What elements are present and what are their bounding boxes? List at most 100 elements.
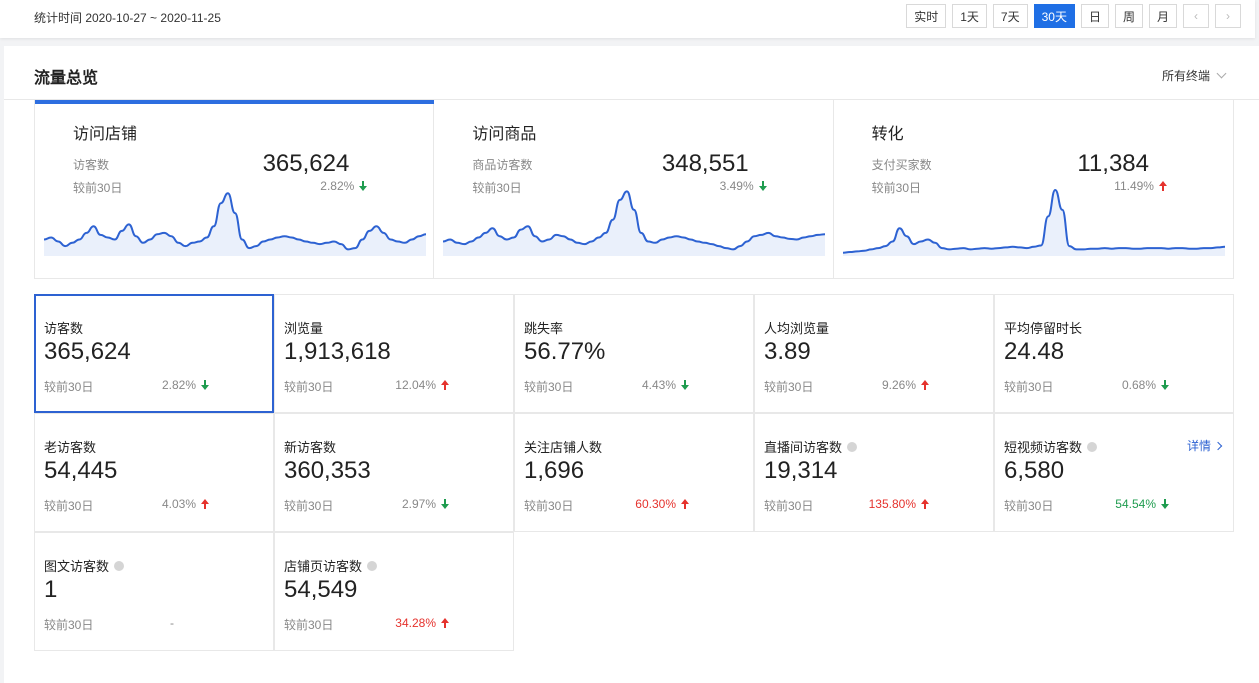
arrow-down-icon bbox=[1161, 499, 1169, 509]
metric-label-text: 图文访客数 bbox=[44, 559, 110, 574]
metric-card[interactable]: 短视频访客数 详情 6,580 较前30日 54.54% bbox=[994, 413, 1234, 532]
metric-card[interactable]: 新访客数 360,353 较前30日 2.97% bbox=[274, 413, 514, 532]
range-button-6[interactable]: 月 bbox=[1148, 4, 1177, 28]
trend-card-1[interactable]: 访问商品 商品访客数 348,551 较前30日 3.49% bbox=[434, 100, 834, 278]
top-bar: 统计时间 2020-10-27 ~ 2020-11-25 实时 1天 7天 30天日周… bbox=[0, 0, 1255, 38]
prev-range-button[interactable]: ‹ bbox=[1183, 4, 1209, 28]
metric-change-text: - bbox=[170, 616, 174, 630]
arrow-up-icon bbox=[441, 618, 449, 628]
metric-card[interactable]: 浏览量 1,913,618 较前30日 12.04% bbox=[274, 294, 514, 413]
range-button-1[interactable]: 1天 bbox=[952, 4, 987, 28]
range-button-3[interactable]: 30天 bbox=[1033, 4, 1075, 28]
trend-card-title: 访问商品 bbox=[472, 126, 537, 143]
range-button-0[interactable]: 实时 bbox=[906, 4, 947, 28]
metric-compare: 较前30日 bbox=[284, 380, 334, 394]
trend-card-value: 348,551 bbox=[661, 150, 749, 177]
metric-compare: 较前30日 bbox=[1004, 380, 1054, 394]
metric-change-text: 12.04% bbox=[395, 378, 436, 392]
metric-card[interactable]: 跳失率 56.77% 较前30日 4.43% bbox=[514, 294, 754, 413]
metric-label: 直播间访客数 bbox=[764, 437, 858, 456]
arrow-down-icon bbox=[201, 380, 209, 390]
metric-label-text: 平均停留时长 bbox=[1004, 321, 1083, 336]
chevron-left-icon: ‹ bbox=[1194, 9, 1198, 23]
traffic-overview-panel: 流量总览 所有终端 访问店铺 访客数 365,624 较前30日 2.82% 访问商品商品… bbox=[4, 46, 1259, 683]
metric-value: 54,549 bbox=[284, 576, 358, 603]
metric-label: 店铺页访客数 bbox=[284, 556, 378, 575]
trend-card-value: 11,384 bbox=[1077, 150, 1149, 177]
metric-label-text: 老访客数 bbox=[44, 440, 97, 455]
metric-compare: 较前30日 bbox=[44, 618, 94, 632]
chevron-right-icon bbox=[1213, 441, 1223, 450]
metric-label-text: 直播间访客数 bbox=[764, 440, 843, 455]
detail-link-text: 详情 bbox=[1186, 439, 1211, 453]
metric-value: 365,624 bbox=[44, 338, 131, 365]
metric-value: 1 bbox=[44, 576, 58, 603]
info-icon[interactable] bbox=[367, 560, 378, 571]
metric-label: 新访客数 bbox=[284, 437, 336, 456]
metric-compare: 较前30日 bbox=[284, 499, 334, 513]
metric-card[interactable]: 老访客数 54,445 较前30日 4.03% bbox=[34, 413, 274, 532]
metric-change-text: 2.97% bbox=[401, 497, 436, 511]
info-icon[interactable] bbox=[114, 560, 125, 571]
metric-change-text: 9.26% bbox=[881, 378, 916, 392]
metric-change-text: 54.54% bbox=[1115, 497, 1156, 511]
metric-label: 关注店铺人数 bbox=[524, 437, 602, 456]
metric-card[interactable]: 人均浏览量 3.89 较前30日 9.26% bbox=[754, 294, 994, 413]
metric-change-text: 4.03% bbox=[161, 497, 196, 511]
metric-compare: 较前30日 bbox=[524, 380, 574, 394]
metric-change: 9.26% bbox=[855, 378, 929, 392]
metric-card[interactable]: 店铺页访客数 54,549 较前30日 34.28% bbox=[274, 532, 514, 651]
metric-label-text: 人均浏览量 bbox=[764, 321, 830, 336]
chevron-down-icon bbox=[1216, 68, 1227, 79]
metric-card[interactable]: 访客数 365,624 较前30日 2.82% bbox=[34, 294, 274, 413]
trend-sparkline bbox=[842, 188, 1225, 256]
metric-change-text: 34.28% bbox=[395, 616, 436, 630]
metric-label-text: 新访客数 bbox=[284, 440, 337, 455]
metric-change: 135.80% bbox=[855, 497, 929, 511]
trend-sparkline bbox=[43, 192, 427, 256]
sparkline-area bbox=[44, 193, 426, 256]
metric-change: 2.82% bbox=[135, 378, 209, 392]
metric-card[interactable]: 平均停留时长 24.48 较前30日 0.68% bbox=[994, 294, 1234, 413]
metric-label-text: 跳失率 bbox=[524, 321, 564, 336]
chevron-right-icon: › bbox=[1226, 9, 1230, 23]
metric-label: 访客数 bbox=[44, 318, 83, 337]
metric-label: 图文访客数 bbox=[44, 556, 125, 575]
range-button-group: 实时 1天 7天 30天日周月 ‹ › bbox=[906, 4, 1241, 28]
metric-value: 1,913,618 bbox=[284, 338, 391, 365]
metric-label-text: 店铺页访客数 bbox=[284, 559, 363, 574]
trend-card-2[interactable]: 转化 支付买家数 11,384 较前30日 11.49% bbox=[834, 100, 1233, 278]
range-button-5[interactable]: 周 bbox=[1114, 4, 1143, 28]
terminal-dropdown[interactable]: 所有终端 bbox=[1161, 67, 1227, 84]
trend-card-0[interactable]: 访问店铺 访客数 365,624 较前30日 2.82% bbox=[35, 100, 435, 278]
info-icon[interactable] bbox=[847, 441, 858, 452]
metric-change-text: 0.68% bbox=[1121, 378, 1156, 392]
trend-sparkline bbox=[443, 190, 826, 256]
panel-header: 流量总览 所有终端 bbox=[4, 46, 1259, 100]
metric-card[interactable]: 图文访客数 1 较前30日 - bbox=[34, 532, 274, 651]
trend-card-sub-label: 商品访客数 bbox=[472, 158, 533, 172]
metric-change: 4.43% bbox=[615, 378, 689, 392]
metric-value: 56.77% bbox=[524, 338, 606, 365]
metric-change: - bbox=[135, 616, 209, 630]
metric-card[interactable]: 关注店铺人数 1,696 较前30日 60.30% bbox=[514, 413, 754, 532]
metric-value: 3.89 bbox=[764, 338, 811, 365]
terminal-dropdown-label: 所有终端 bbox=[1161, 69, 1210, 83]
trend-card-sub-label: 支付买家数 bbox=[871, 158, 932, 172]
next-range-button[interactable]: › bbox=[1215, 4, 1241, 28]
metric-change-text: 2.82% bbox=[161, 378, 196, 392]
metric-card[interactable]: 直播间访客数 19,314 较前30日 135.80% bbox=[754, 413, 994, 532]
detail-link[interactable]: 详情 bbox=[1186, 437, 1223, 454]
arrow-down-icon bbox=[1161, 380, 1169, 390]
trend-card-title: 转化 bbox=[871, 126, 904, 143]
metric-value: 54,445 bbox=[44, 457, 118, 484]
metric-compare: 较前30日 bbox=[1004, 499, 1054, 513]
metric-label-text: 短视频访客数 bbox=[1004, 440, 1083, 455]
metric-change-text: 4.43% bbox=[641, 378, 676, 392]
range-button-2[interactable]: 7天 bbox=[992, 4, 1028, 28]
range-button-4[interactable]: 日 bbox=[1080, 4, 1109, 28]
trend-cards: 访问店铺 访客数 365,624 较前30日 2.82% 访问商品商品访客数 348,551… bbox=[34, 100, 1234, 279]
info-icon[interactable] bbox=[1087, 441, 1098, 452]
metric-label: 短视频访客数 bbox=[1004, 437, 1098, 456]
metric-value: 24.48 bbox=[1004, 338, 1065, 365]
